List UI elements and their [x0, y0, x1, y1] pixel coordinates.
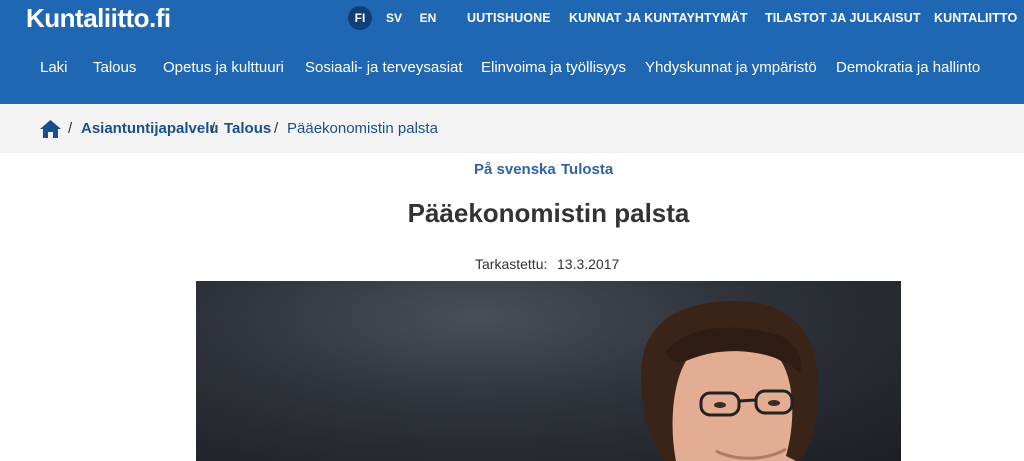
- breadcrumb-item-asiantuntijapalvelu[interactable]: Asiantuntijapalvelu: [81, 119, 219, 139]
- lang-fi-button[interactable]: FI: [348, 6, 372, 30]
- breadcrumb-separator: /: [68, 120, 73, 137]
- breadcrumb-separator: /: [274, 120, 279, 137]
- site-header: Kuntaliitto.fi FI SV EN UUTISHUONE KUNNA…: [0, 0, 1024, 104]
- top-link-uutishuone[interactable]: UUTISHUONE: [467, 6, 551, 30]
- nav-item-laki[interactable]: Laki: [40, 56, 68, 80]
- nav-item-elinvoima[interactable]: Elinvoima ja työllisyys: [481, 56, 626, 80]
- nav-item-talous[interactable]: Talous: [93, 56, 136, 80]
- reviewed-date: 13.3.2017: [557, 256, 620, 272]
- top-link-kuntaliitto[interactable]: KUNTALIITTO: [934, 6, 1017, 30]
- print-link[interactable]: Tulosta: [561, 160, 613, 180]
- nav-item-opetus[interactable]: Opetus ja kulttuuri: [163, 56, 284, 80]
- top-link-tilastot[interactable]: TILASTOT JA JULKAISUT: [765, 6, 921, 30]
- swedish-link[interactable]: På svenska: [474, 160, 556, 180]
- breadcrumb-item-talous[interactable]: Talous: [224, 119, 271, 139]
- portrait-illustration: [641, 301, 819, 461]
- home-icon[interactable]: [40, 120, 61, 138]
- breadcrumb: / Asiantuntijapalvelu / Talous / Pääekon…: [0, 104, 1024, 153]
- hero-portrait-image: [196, 281, 901, 461]
- reviewed-label: Tarkastettu:: [475, 256, 548, 272]
- breadcrumb-item-current: Pääekonomistin palsta: [287, 120, 438, 137]
- top-link-kunnat[interactable]: KUNNAT JA KUNTAYHTYMÄT: [569, 6, 748, 30]
- nav-item-yhdyskunnat[interactable]: Yhdyskunnat ja ympäristö: [645, 56, 817, 80]
- lang-en-button[interactable]: EN: [416, 6, 440, 30]
- site-logo[interactable]: Kuntaliitto.fi: [26, 3, 171, 33]
- nav-item-demokratia[interactable]: Demokratia ja hallinto: [836, 56, 980, 80]
- breadcrumb-separator: /: [211, 120, 216, 137]
- lang-sv-button[interactable]: SV: [382, 6, 406, 30]
- page-title: Pääekonomistin palsta: [407, 198, 690, 228]
- nav-item-sosiaali[interactable]: Sosiaali- ja terveysasiat: [305, 56, 463, 80]
